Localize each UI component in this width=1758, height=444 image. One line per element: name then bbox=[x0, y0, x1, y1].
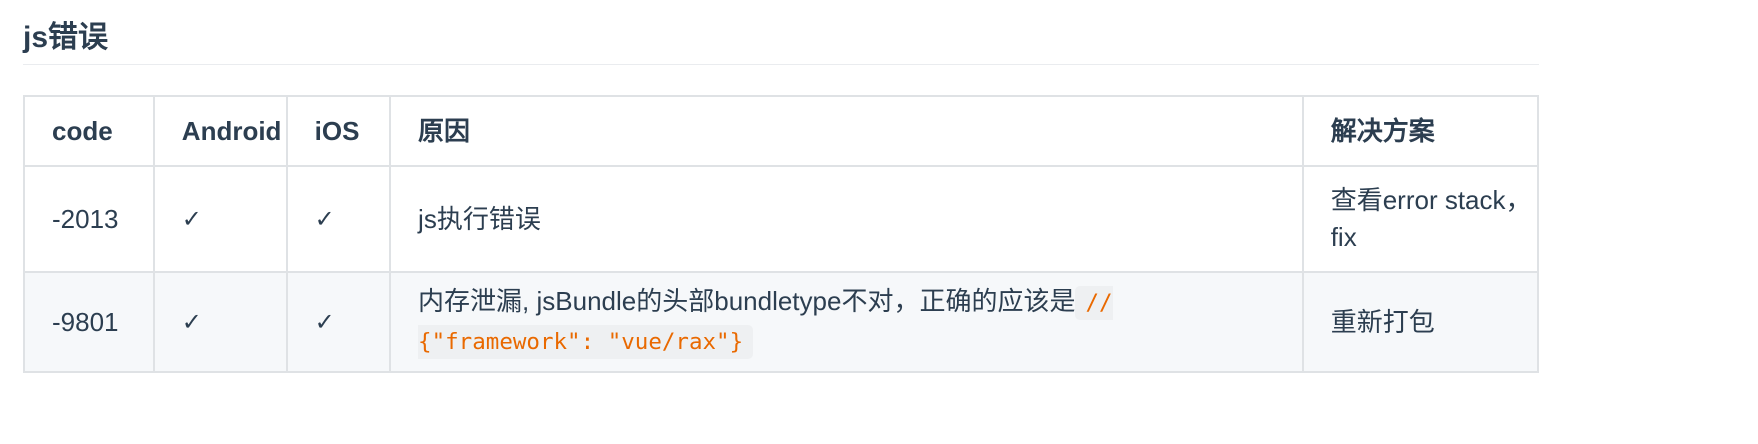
cell-reason: js执行错误 bbox=[389, 165, 1304, 273]
table-row: -9801 ✓ ✓ 内存泄漏, jsBundle的头部bundletype不对，… bbox=[23, 271, 1540, 373]
cell-code: -9801 bbox=[23, 271, 155, 373]
checkmark-icon: ✓ bbox=[181, 308, 202, 336]
cell-code: -2013 bbox=[23, 165, 155, 273]
header-solution: 解决方案 bbox=[1301, 95, 1540, 167]
cell-reason: 内存泄漏, jsBundle的头部bundletype不对，正确的应该是// {… bbox=[389, 271, 1304, 373]
checkmark-icon: ✓ bbox=[181, 205, 202, 233]
header-code: code bbox=[23, 95, 155, 167]
table-row: -2013 ✓ ✓ js执行错误 查看error stack，fix bbox=[23, 165, 1540, 273]
error-code-table: code Android iOS 原因 解决方案 -2013 ✓ ✓ js执行错… bbox=[23, 95, 1540, 373]
header-reason: 原因 bbox=[389, 95, 1304, 167]
table-header-row: code Android iOS 原因 解决方案 bbox=[23, 95, 1540, 167]
cell-android-check: ✓ bbox=[152, 271, 288, 373]
cell-solution: 查看error stack，fix bbox=[1301, 165, 1540, 273]
cell-ios-check: ✓ bbox=[285, 271, 392, 373]
header-ios: iOS bbox=[285, 95, 392, 167]
checkmark-icon: ✓ bbox=[314, 308, 335, 336]
checkmark-icon: ✓ bbox=[314, 205, 335, 233]
cell-solution: 重新打包 bbox=[1301, 271, 1540, 373]
section-title: js错误 bbox=[23, 21, 109, 54]
reason-text: 内存泄漏, jsBundle的头部bundletype不对，正确的应该是 bbox=[418, 286, 1076, 316]
section-divider bbox=[23, 64, 1539, 65]
cell-ios-check: ✓ bbox=[285, 165, 392, 273]
cell-android-check: ✓ bbox=[152, 165, 288, 273]
header-android: Android bbox=[152, 95, 288, 167]
